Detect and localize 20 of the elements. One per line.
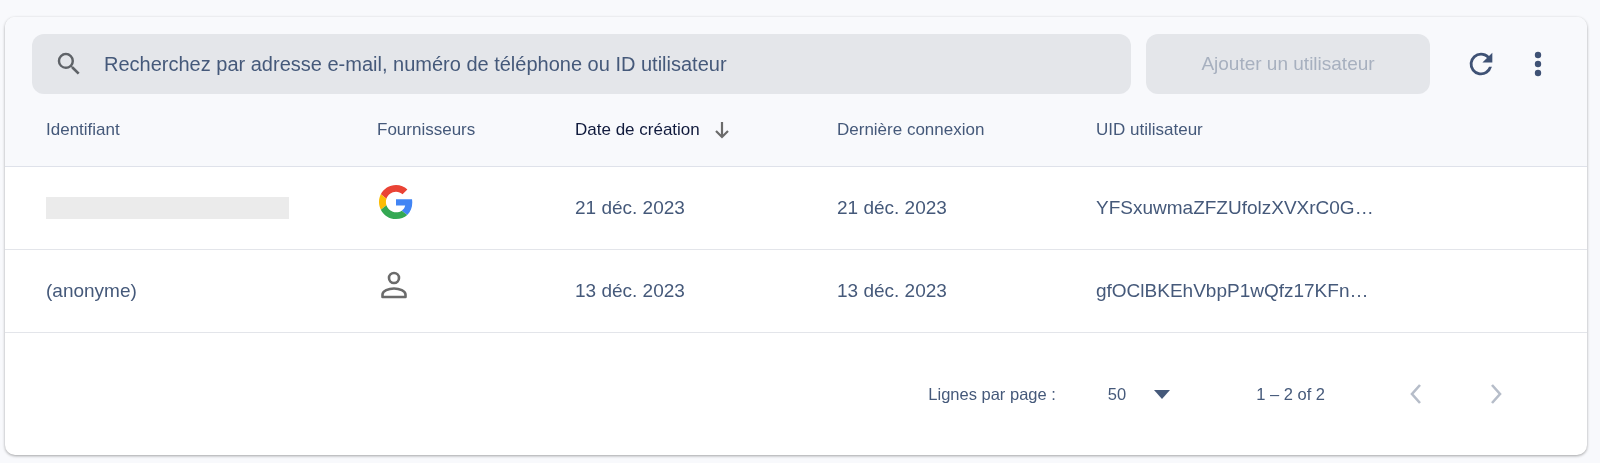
table-cell-text: 21 déc. 2023 [837, 197, 948, 219]
table-cell-text: YFSxuwmaZFZUfolzXVXrC0G… [1096, 197, 1375, 219]
column-header[interactable]: Identifiant [46, 120, 120, 140]
rows-per-page-label: Lignes par page : [928, 384, 1056, 404]
column-header[interactable]: UID utilisateur [1096, 120, 1203, 140]
column-header[interactable]: Dernière connexion [837, 120, 985, 140]
table-cell-text: gfOClBKEhVbpP1wQfz17KFn… [1096, 280, 1370, 302]
rows-per-page-select[interactable]: 50 [1107, 384, 1171, 404]
page-range: 1 – 2 of 2 [1256, 384, 1325, 404]
column-header[interactable]: Fournisseurs [377, 120, 476, 140]
search-field[interactable]: Recherchez par adresse e-mail, numéro de téléphone ou ID utilisateur [32, 34, 1131, 94]
sort-arrow-icon[interactable] [713, 121, 730, 139]
table-cell-text: 13 déc. 2023 [575, 280, 686, 302]
column-header[interactable]: Date de création [575, 120, 700, 140]
table-cell-text: 13 déc. 2023 [837, 280, 948, 302]
google-g-icon [379, 185, 413, 219]
caret-icon[interactable] [1154, 389, 1171, 399]
person-icon [379, 270, 409, 300]
table-cell-text: 21 déc. 2023 [575, 197, 686, 219]
table-cell-text: (anonyme) [46, 280, 138, 302]
